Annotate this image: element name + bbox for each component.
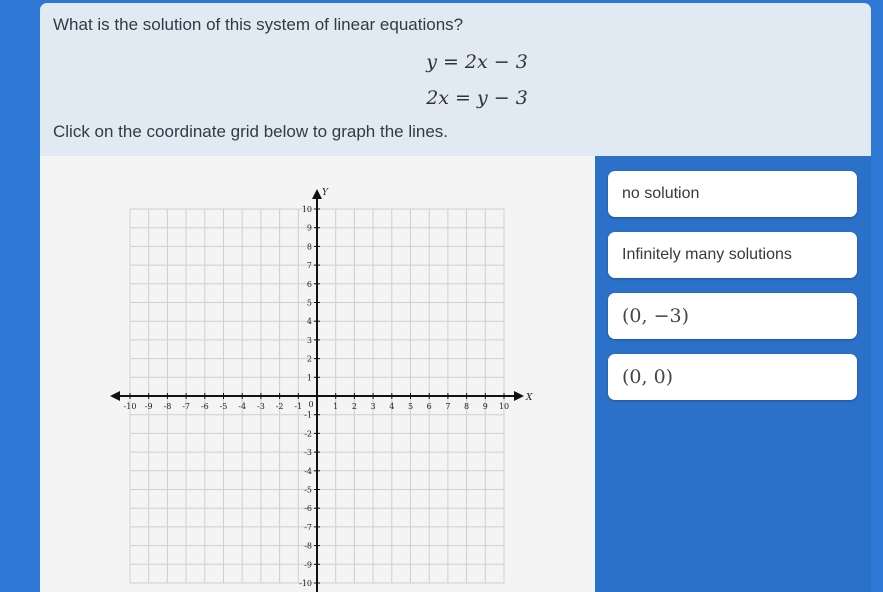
x-tick-label: -4 bbox=[238, 402, 246, 411]
y-tick-label: -1 bbox=[304, 411, 312, 420]
y-tick-label: -4 bbox=[304, 467, 312, 476]
y-axis-up-arrow bbox=[312, 189, 322, 199]
x-tick-label: -9 bbox=[145, 402, 153, 411]
choice-point-0-0[interactable]: (0, 0) bbox=[608, 354, 857, 400]
x-axis-left-arrow bbox=[110, 391, 120, 401]
equation-1: y = 2x − 3 bbox=[426, 51, 528, 73]
x-tick-label: 6 bbox=[427, 402, 432, 411]
x-tick-label: -10 bbox=[124, 402, 137, 411]
equation-2: 2x = y − 3 bbox=[426, 87, 528, 109]
choice-point-0-neg3[interactable]: (0, −3) bbox=[608, 293, 857, 339]
question-prompt: What is the solution of this system of l… bbox=[53, 15, 464, 34]
x-tick-label: 10 bbox=[499, 402, 509, 411]
origin-label: 0 bbox=[308, 400, 313, 409]
x-tick-label: 4 bbox=[389, 402, 394, 411]
y-tick-label: 2 bbox=[307, 355, 312, 364]
y-tick-label: -2 bbox=[304, 429, 312, 438]
x-tick-label: -8 bbox=[164, 402, 172, 411]
y-tick-label: -7 bbox=[304, 523, 312, 532]
choice-infinitely-many[interactable]: Infinitely many solutions bbox=[608, 232, 857, 278]
x-tick-label: 8 bbox=[464, 402, 469, 411]
question-panel: What is the solution of this system of l… bbox=[40, 3, 871, 156]
x-tick-label: -7 bbox=[182, 402, 190, 411]
x-axis-label: X bbox=[525, 393, 533, 403]
y-tick-label: 8 bbox=[307, 242, 312, 251]
choice-no-solution[interactable]: no solution bbox=[608, 171, 857, 217]
y-tick-label: 7 bbox=[307, 261, 312, 270]
y-tick-label: -8 bbox=[304, 542, 312, 551]
graph-instruction: Click on the coordinate grid below to gr… bbox=[53, 122, 449, 141]
x-tick-label: -5 bbox=[220, 402, 228, 411]
x-tick-label: 2 bbox=[352, 402, 357, 411]
y-tick-label: 6 bbox=[307, 280, 312, 289]
y-tick-label: -10 bbox=[299, 579, 312, 588]
y-tick-label: -5 bbox=[304, 486, 312, 495]
x-tick-label: -1 bbox=[294, 402, 302, 411]
y-tick-label: 5 bbox=[307, 299, 312, 308]
x-tick-label: 7 bbox=[445, 402, 450, 411]
x-tick-label: -6 bbox=[201, 402, 209, 411]
y-tick-label: 4 bbox=[307, 317, 312, 326]
x-axis-right-arrow bbox=[514, 391, 524, 401]
y-tick-label: 9 bbox=[307, 224, 312, 233]
y-tick-label: 3 bbox=[307, 336, 312, 345]
y-tick-label: 10 bbox=[302, 205, 312, 214]
coordinate-grid[interactable]: XY-10 -9 -8 -7 -6 -5 -4 -3 -2 -1 1 2 3 4 5 6 7 8 9 10109876… bbox=[40, 156, 595, 592]
y-tick-label: 1 bbox=[307, 373, 312, 382]
graph-panel: X Y -10 -9 -8 -7 -6 -5 -4 -3 -2 -1 1 2 3 4 5 6 7 8 9 10 10 9 8 7 6… bbox=[40, 156, 595, 592]
x-tick-label: -3 bbox=[257, 402, 265, 411]
x-tick-label: 9 bbox=[483, 402, 488, 411]
y-tick-label: -6 bbox=[304, 504, 312, 513]
x-tick-label: 1 bbox=[333, 402, 338, 411]
answer-choices: no solution Infinitely many solutions (0… bbox=[595, 156, 871, 592]
y-tick-label: -3 bbox=[304, 448, 312, 457]
y-axis-label: Y bbox=[322, 188, 329, 198]
x-tick-label: -2 bbox=[276, 402, 284, 411]
x-tick-label: 5 bbox=[408, 402, 413, 411]
x-tick-label: 3 bbox=[371, 402, 376, 411]
y-tick-label: -9 bbox=[304, 560, 312, 569]
